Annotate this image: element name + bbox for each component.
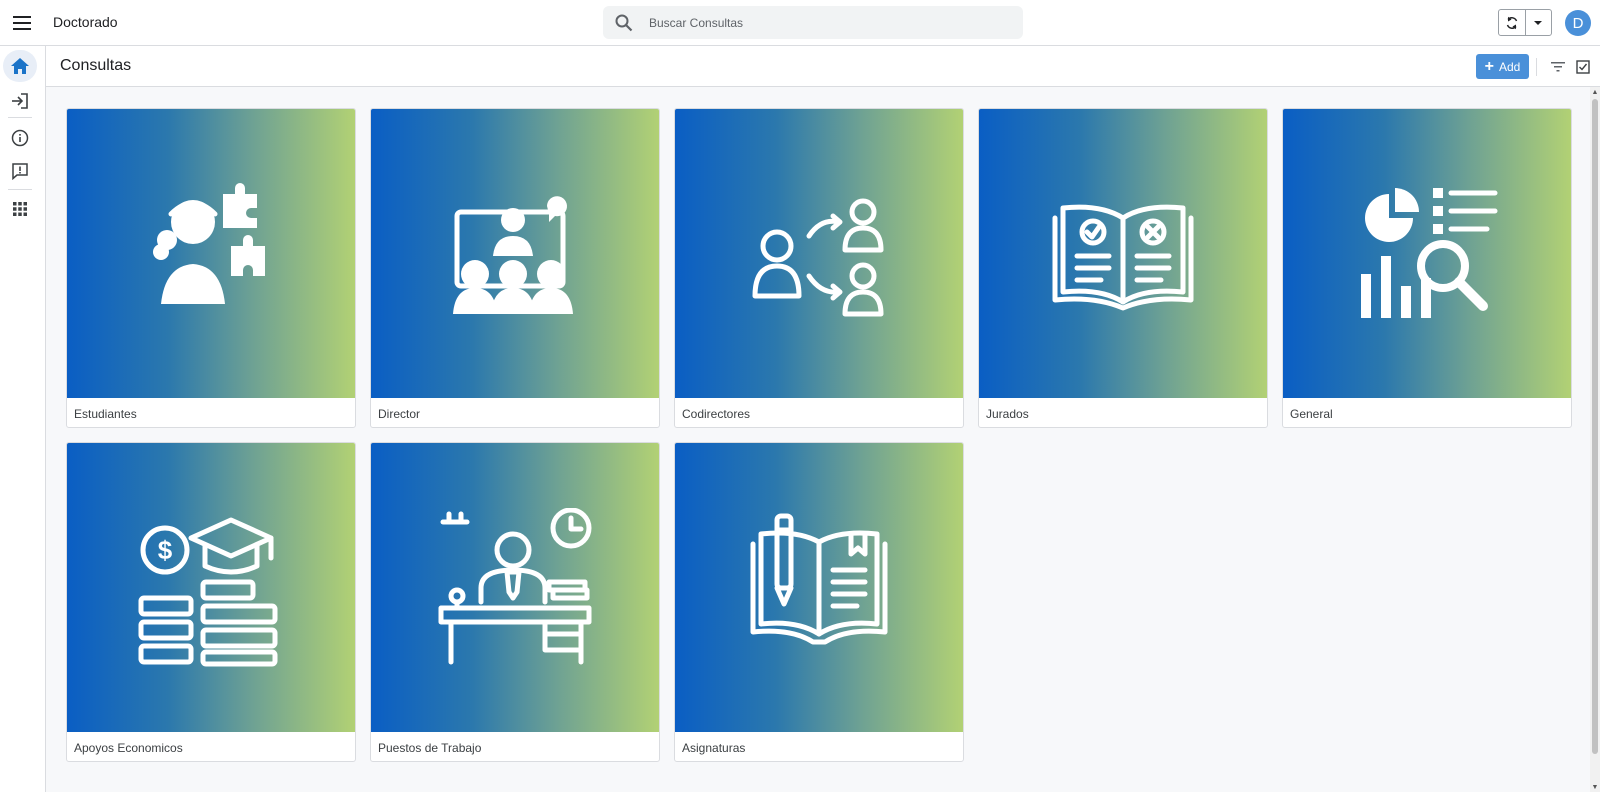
sync-icon bbox=[1506, 16, 1517, 29]
sync-dropdown-button[interactable] bbox=[1526, 10, 1552, 35]
card-estudiantes[interactable]: Estudiantes bbox=[66, 108, 356, 428]
search-icon bbox=[613, 12, 635, 34]
scrollbar-thumb[interactable] bbox=[1592, 99, 1598, 754]
card-image: $ bbox=[67, 443, 355, 732]
content-scrollbar[interactable]: ▲ ▼ bbox=[1590, 87, 1600, 792]
nav-home[interactable] bbox=[3, 50, 37, 82]
book-pencil-icon bbox=[750, 513, 888, 644]
sync-control bbox=[1498, 9, 1552, 36]
card-label: Director bbox=[378, 407, 421, 421]
scroll-up-arrow-icon[interactable]: ▲ bbox=[1590, 87, 1600, 97]
card-label: Asignaturas bbox=[682, 741, 746, 755]
hamburger-menu-icon[interactable] bbox=[8, 9, 36, 37]
nav-apps[interactable] bbox=[3, 193, 37, 225]
card-puestos-de-trabajo[interactable]: Puestos de Trabajo bbox=[370, 442, 660, 762]
card-image bbox=[371, 443, 659, 732]
apps-grid-icon bbox=[13, 202, 27, 216]
card-label: Codirectores bbox=[682, 407, 751, 421]
open-book-check-cross-icon bbox=[1052, 204, 1194, 310]
presenter-audience-icon bbox=[453, 195, 573, 314]
card-image bbox=[1283, 109, 1571, 398]
toolbar-divider bbox=[1536, 58, 1537, 76]
rail-divider bbox=[8, 189, 32, 190]
add-button-label: Add bbox=[1498, 59, 1521, 74]
card-general[interactable]: General bbox=[1282, 108, 1572, 428]
search-bar[interactable] bbox=[603, 6, 1023, 39]
card-image bbox=[371, 109, 659, 398]
caret-down-icon bbox=[1534, 20, 1543, 25]
card-image bbox=[67, 109, 355, 398]
select-checkbox-icon[interactable] bbox=[1573, 57, 1593, 77]
card-label: General bbox=[1290, 407, 1333, 421]
login-icon bbox=[12, 93, 28, 109]
left-nav-rail bbox=[0, 46, 46, 792]
add-button[interactable]: + Add bbox=[1476, 54, 1529, 79]
card-label: Jurados bbox=[986, 407, 1029, 421]
svg-text:$: $ bbox=[158, 535, 173, 565]
home-icon bbox=[11, 58, 29, 74]
nav-info[interactable] bbox=[3, 122, 37, 154]
rail-divider bbox=[8, 117, 32, 118]
nav-login[interactable] bbox=[3, 85, 37, 117]
desk-worker-clock-icon bbox=[438, 507, 592, 664]
card-image bbox=[675, 109, 963, 398]
info-icon bbox=[11, 129, 29, 147]
money-graduation-cap-icon: $ bbox=[138, 517, 278, 666]
analytics-search-icon bbox=[1361, 187, 1498, 318]
card-label: Puestos de Trabajo bbox=[378, 741, 482, 755]
card-codirectores[interactable]: Codirectores bbox=[674, 108, 964, 428]
scroll-down-arrow-icon[interactable]: ▼ bbox=[1590, 782, 1600, 792]
nav-feedback[interactable] bbox=[3, 155, 37, 187]
card-apoyos-economicos[interactable]: $ Apoyos Economicos bbox=[66, 442, 356, 762]
card-asignaturas[interactable]: Asignaturas bbox=[674, 442, 964, 762]
search-input[interactable] bbox=[649, 15, 1009, 30]
sync-button[interactable] bbox=[1499, 10, 1526, 35]
card-director[interactable]: Director bbox=[370, 108, 660, 428]
feedback-icon bbox=[12, 163, 28, 180]
plus-icon: + bbox=[1484, 57, 1494, 75]
people-arrows-icon bbox=[752, 198, 884, 316]
view-header: Consultas + Add bbox=[46, 46, 1600, 87]
card-jurados[interactable]: Jurados bbox=[978, 108, 1268, 428]
card-label: Apoyos Economicos bbox=[74, 741, 183, 755]
filter-icon[interactable] bbox=[1548, 57, 1568, 77]
page-title: Consultas bbox=[60, 57, 132, 74]
card-image bbox=[979, 109, 1267, 398]
card-label: Estudiantes bbox=[74, 407, 137, 421]
student-puzzle-icon bbox=[153, 182, 265, 304]
user-avatar[interactable]: D bbox=[1565, 10, 1591, 36]
app-title: Doctorado bbox=[53, 14, 118, 30]
top-bar: Doctorado D bbox=[0, 0, 1600, 46]
card-image bbox=[675, 443, 963, 732]
